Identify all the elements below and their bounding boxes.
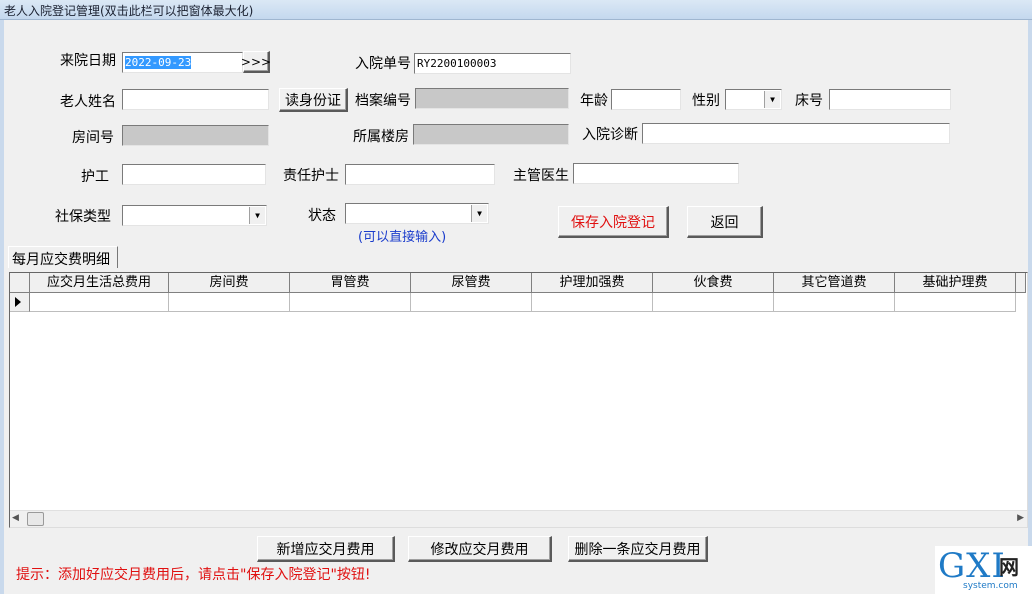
scroll-thumb[interactable] [27,512,44,526]
nurse-input[interactable] [345,164,495,185]
back-button[interactable]: 返回 [687,206,763,238]
bed-no-input[interactable] [829,89,951,110]
tab-monthly-fees[interactable]: 每月应交费明细 [8,246,118,268]
file-no-input[interactable] [415,88,569,109]
grid-cell[interactable] [532,293,653,312]
tip-text: 提示：添加好应交月费用后，请点击"保存入院登记"按钮! [16,567,371,583]
age-input[interactable] [611,89,681,110]
date-picker-button[interactable]: >>> [241,51,271,73]
building-label: 所属楼房 [353,129,409,145]
window-titlebar[interactable]: 老人入院登记管理(双击此栏可以把窗体最大化) [0,0,1032,20]
status-select[interactable]: ▼ [345,203,489,224]
scroll-right-icon[interactable]: ▶ [1017,513,1024,523]
room-no-label: 房间号 [72,130,114,146]
admit-date-value: 2022-09-23 [125,56,192,69]
insurance-type-select[interactable]: ▼ [122,205,267,226]
window-frame-left [0,20,4,594]
admit-no-label: 入院单号 [355,56,411,72]
status-hint: (可以直接输入) [358,230,447,245]
dropdown-arrow-icon[interactable]: ▼ [249,207,265,224]
window-title: 老人入院登记管理(双击此栏可以把窗体最大化) [4,4,254,18]
file-no-label: 档案编号 [355,93,411,109]
grid-cell[interactable] [774,293,895,312]
read-id-card-button[interactable]: 读身份证 [279,88,348,112]
column-header[interactable]: 基础护理费 [895,273,1016,293]
status-label: 状态 [308,208,336,224]
grid-cell[interactable] [411,293,532,312]
watermark-cn: 网 [999,555,1019,579]
row-indicator-arrow-icon [10,293,30,312]
column-header-overflow [1016,273,1026,293]
column-header[interactable]: 尿管费 [411,273,532,293]
fee-grid[interactable]: 应交月生活总费用 房间费 胃管费 尿管费 护理加强费 伙食费 其它管道费 基础护… [9,272,1028,528]
admit-date-input[interactable]: 2022-09-23 [122,52,243,73]
admit-date-label: 来院日期 [60,53,116,69]
watermark-logo: GXI 网 system.com [935,546,1032,594]
diagnosis-label: 入院诊断 [582,127,638,143]
gender-select[interactable]: ▼ [725,89,782,110]
column-header[interactable]: 胃管费 [290,273,411,293]
nurse-label: 责任护士 [283,168,339,184]
room-no-input[interactable] [122,125,269,146]
watermark-sub: system.com [963,581,1018,591]
save-admission-button[interactable]: 保存入院登记 [558,206,669,238]
grid-cell[interactable] [290,293,411,312]
column-header[interactable]: 其它管道费 [774,273,895,293]
column-header[interactable]: 护理加强费 [532,273,653,293]
dropdown-arrow-icon[interactable]: ▼ [764,91,780,108]
caregiver-label: 护工 [81,169,109,185]
horizontal-scrollbar[interactable]: ◀ ▶ [10,510,1027,527]
insurance-type-label: 社保类型 [55,209,111,225]
scroll-left-icon[interactable]: ◀ [12,513,19,523]
column-header[interactable]: 应交月生活总费用 [30,273,169,293]
table-row[interactable] [10,293,1016,312]
column-header[interactable]: 房间费 [169,273,290,293]
dropdown-arrow-icon[interactable]: ▼ [471,205,487,222]
delete-monthly-fee-button[interactable]: 删除一条应交月费用 [568,536,708,562]
watermark-logo-text: GXI [938,546,1006,586]
doctor-input[interactable] [573,163,739,184]
grid-cell[interactable] [653,293,774,312]
add-monthly-fee-button[interactable]: 新增应交月费用 [257,536,395,562]
window-frame-right [1028,20,1032,594]
caregiver-input[interactable] [122,164,266,185]
fee-grid-header: 应交月生活总费用 房间费 胃管费 尿管费 护理加强费 伙食费 其它管道费 基础护… [10,273,1026,293]
building-input[interactable] [413,124,569,145]
diagnosis-input[interactable] [642,123,950,144]
grid-cell[interactable] [30,293,169,312]
column-header[interactable]: 伙食费 [653,273,774,293]
elder-name-input[interactable] [122,89,269,110]
gender-label: 性别 [692,93,720,109]
doctor-label: 主管医生 [513,168,569,184]
grid-cell[interactable] [895,293,1016,312]
grid-cell[interactable] [169,293,290,312]
edit-monthly-fee-button[interactable]: 修改应交月费用 [408,536,552,562]
age-label: 年龄 [580,93,608,109]
admit-no-input[interactable]: RY2200100003 [414,53,571,74]
elder-name-label: 老人姓名 [60,94,116,110]
bed-no-label: 床号 [795,93,823,109]
grid-corner [10,273,30,293]
